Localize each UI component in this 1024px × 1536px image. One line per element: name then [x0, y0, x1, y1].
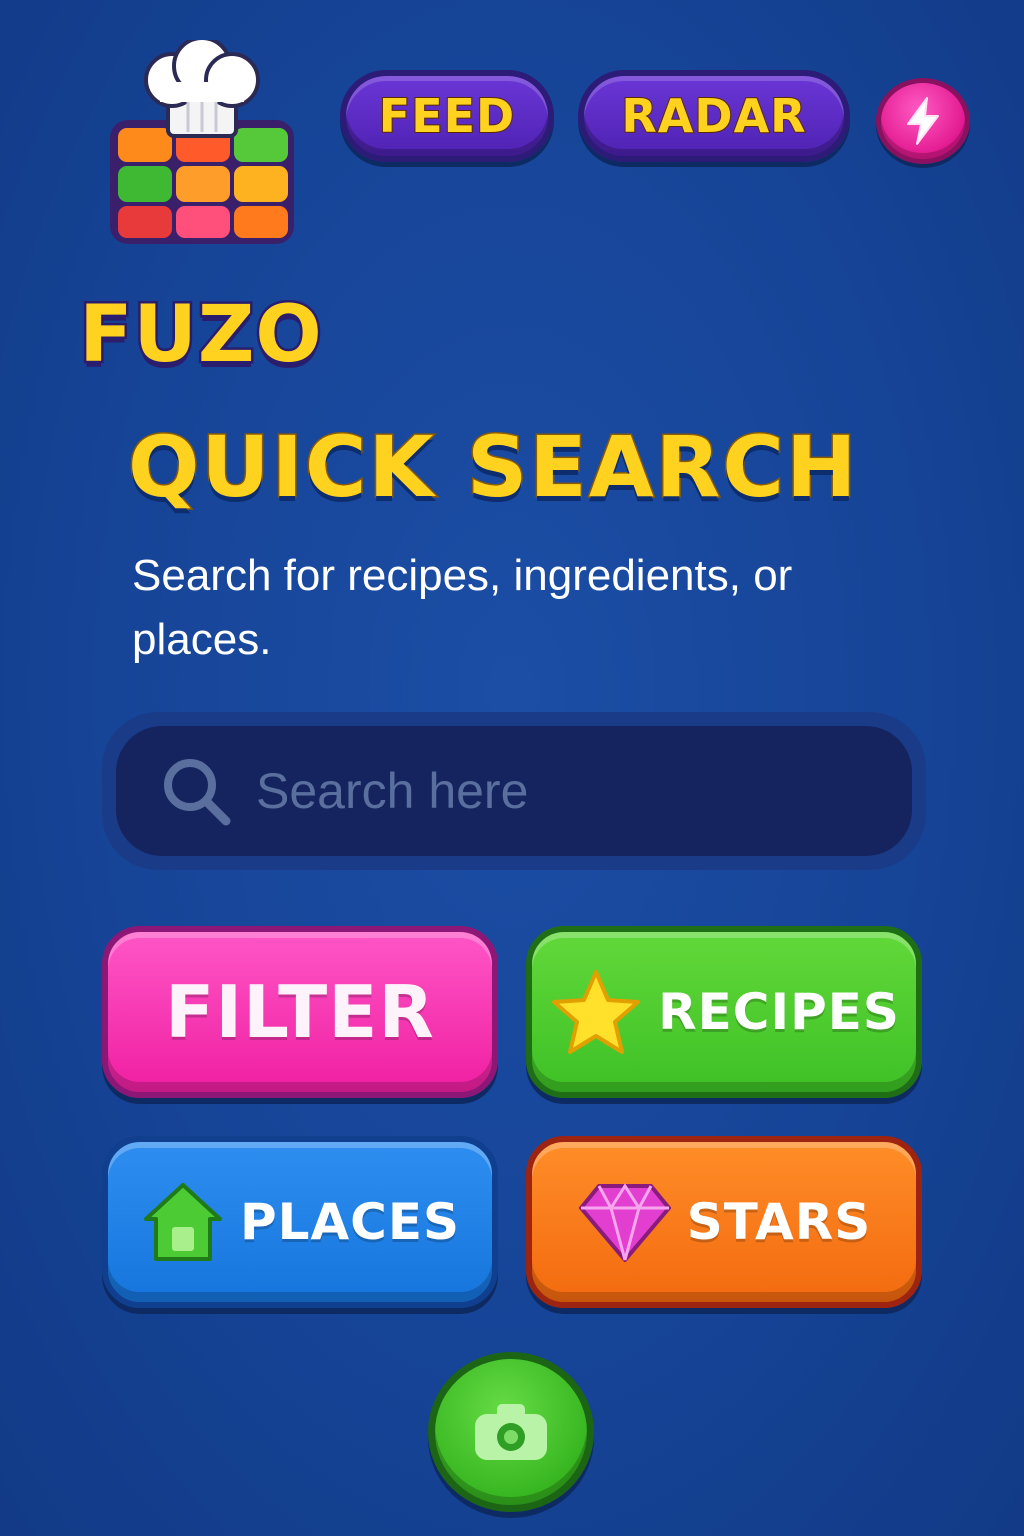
camera-button[interactable] — [428, 1352, 594, 1512]
app-logo: FUZO — [66, 40, 336, 383]
page-subtitle: Search for recipes, ingredients, or plac… — [132, 551, 793, 664]
lightning-bolt-icon — [907, 97, 939, 145]
filter-label: FILTER — [165, 970, 435, 1054]
recipes-button[interactable]: RECIPES — [526, 926, 922, 1098]
lightning-button[interactable] — [876, 78, 970, 164]
places-button[interactable]: PLACES — [102, 1136, 498, 1308]
filter-button[interactable]: FILTER — [102, 926, 498, 1098]
camera-icon — [475, 1404, 547, 1460]
star-icon — [548, 966, 644, 1058]
search-input[interactable] — [256, 762, 912, 820]
nav-feed-label: FEED — [378, 88, 516, 144]
chef-hat-cube-icon — [110, 40, 294, 244]
stars-label: STARS — [686, 1193, 872, 1251]
page-title: QUICK SEARCH — [127, 417, 859, 518]
logo-text: FUZO — [77, 288, 324, 383]
places-label: PLACES — [239, 1193, 461, 1251]
nav-radar-button[interactable]: RADAR — [578, 70, 850, 162]
search-box[interactable] — [116, 726, 912, 856]
nav-feed-button[interactable]: FEED — [340, 70, 554, 162]
gem-icon — [577, 1180, 673, 1264]
search-icon — [164, 759, 231, 826]
search-bar — [102, 712, 926, 870]
stars-button[interactable]: STARS — [526, 1136, 922, 1308]
recipes-label: RECIPES — [658, 983, 900, 1041]
home-icon — [140, 1179, 226, 1265]
nav-radar-label: RADAR — [620, 88, 807, 144]
